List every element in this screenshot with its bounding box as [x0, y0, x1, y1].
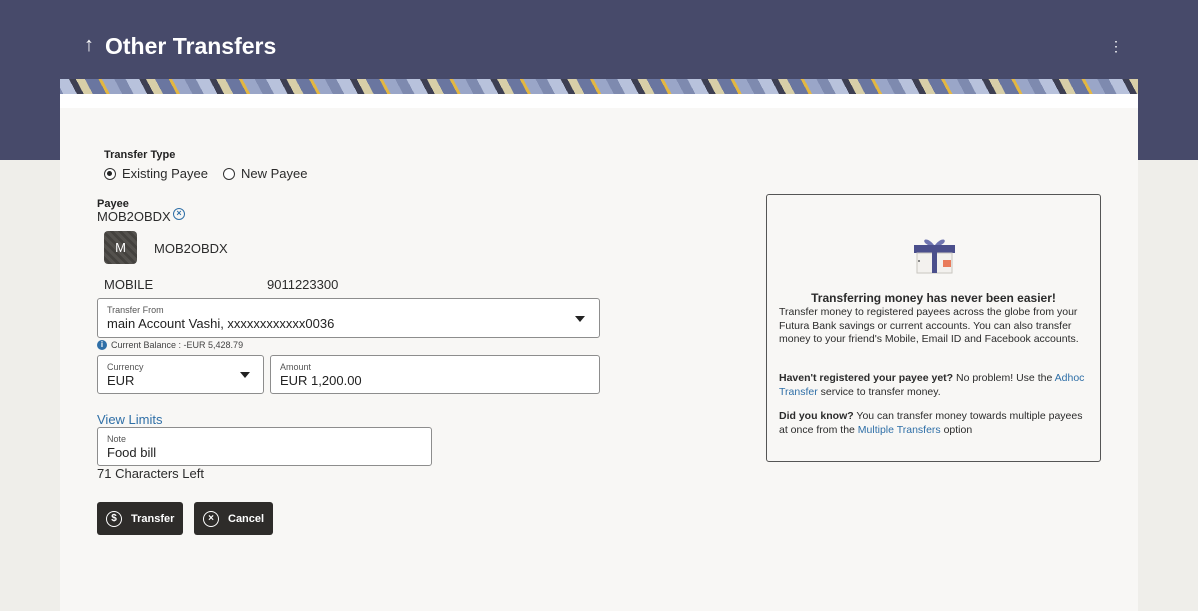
radio-new-payee-label: New Payee — [241, 166, 308, 181]
payee-number: 9011223300 — [267, 277, 339, 292]
back-arrow-icon[interactable]: ↑ — [84, 34, 94, 57]
info-icon: i — [97, 340, 107, 350]
panel-adhoc-tip: Haven't registered your payee yet? No pr… — [779, 372, 1091, 399]
radio-existing-payee-label: Existing Payee — [122, 166, 208, 181]
transfer-icon: $ — [106, 510, 122, 527]
multiple-transfers-link[interactable]: Multiple Transfers — [858, 424, 941, 436]
currency-value: EUR — [107, 373, 135, 388]
note-input[interactable]: Note Food bill — [97, 427, 432, 466]
adhoc-tip-text: No problem! Use the — [953, 372, 1055, 384]
characters-left: 71 Characters Left — [97, 466, 204, 481]
chevron-down-icon — [575, 316, 585, 322]
current-balance: Current Balance : -EUR 5,428.79 — [111, 340, 244, 350]
card-top-edge — [60, 94, 1138, 108]
multiple-tip-end: option — [940, 423, 973, 436]
clear-payee-icon[interactable]: × — [173, 208, 185, 220]
adhoc-tip-heading: Haven't registered your payee yet? — [779, 372, 954, 384]
currency-select[interactable]: Currency EUR — [97, 355, 264, 394]
radio-existing-payee[interactable]: Existing Payee — [104, 166, 208, 181]
chevron-down-icon — [240, 372, 250, 378]
page-title: Other Transfers — [105, 33, 277, 59]
payee-avatar: M — [104, 231, 137, 264]
transfer-button-label: Transfer — [131, 512, 175, 525]
amount-label: Amount — [280, 362, 312, 372]
radio-unselected-icon — [223, 167, 235, 180]
view-limits-link[interactable]: View Limits — [97, 412, 163, 427]
background-pattern-left — [0, 160, 60, 611]
adhoc-tip-end: service to transfer money. — [817, 385, 941, 398]
amount-value: EUR 1,200.00 — [280, 373, 362, 388]
panel-heading: Transferring money has never been easier… — [811, 291, 1056, 305]
panel-multiple-tip: Did you know? You can transfer money tow… — [779, 410, 1091, 437]
amount-input[interactable]: Amount EUR 1,200.00 — [270, 355, 600, 394]
transfer-from-select[interactable]: Transfer From main Account Vashi, xxxxxx… — [97, 298, 600, 338]
gift-icon — [914, 239, 955, 274]
radio-selected-icon — [104, 167, 116, 180]
note-label: Note — [107, 434, 127, 444]
help-panel: Transferring money has never been easier… — [766, 194, 1101, 462]
background-pattern-right — [1138, 160, 1198, 611]
multiple-tip-heading: Did you know? — [779, 410, 854, 422]
payee-value: MOB2OBDX — [97, 209, 171, 224]
transfer-type-label: Transfer Type — [104, 149, 176, 161]
transfer-from-value: main Account Vashi, xxxxxxxxxxxx0036 — [107, 316, 335, 331]
cancel-button[interactable]: × Cancel — [194, 502, 273, 535]
currency-label: Currency — [107, 362, 144, 372]
transfer-button[interactable]: $ Transfer — [97, 502, 183, 535]
cancel-button-label: Cancel — [228, 512, 265, 525]
payee-name: MOB2OBDX — [154, 241, 228, 256]
radio-new-payee[interactable]: New Payee — [223, 166, 307, 181]
kebab-menu-icon[interactable]: ⋮ — [1108, 36, 1124, 56]
cancel-icon: × — [203, 510, 219, 527]
note-value: Food bill — [107, 445, 157, 460]
transfer-from-label: Transfer From — [107, 305, 164, 315]
payee-type: MOBILE — [104, 277, 154, 292]
panel-body: Transfer money to registered payees acro… — [779, 306, 1079, 346]
